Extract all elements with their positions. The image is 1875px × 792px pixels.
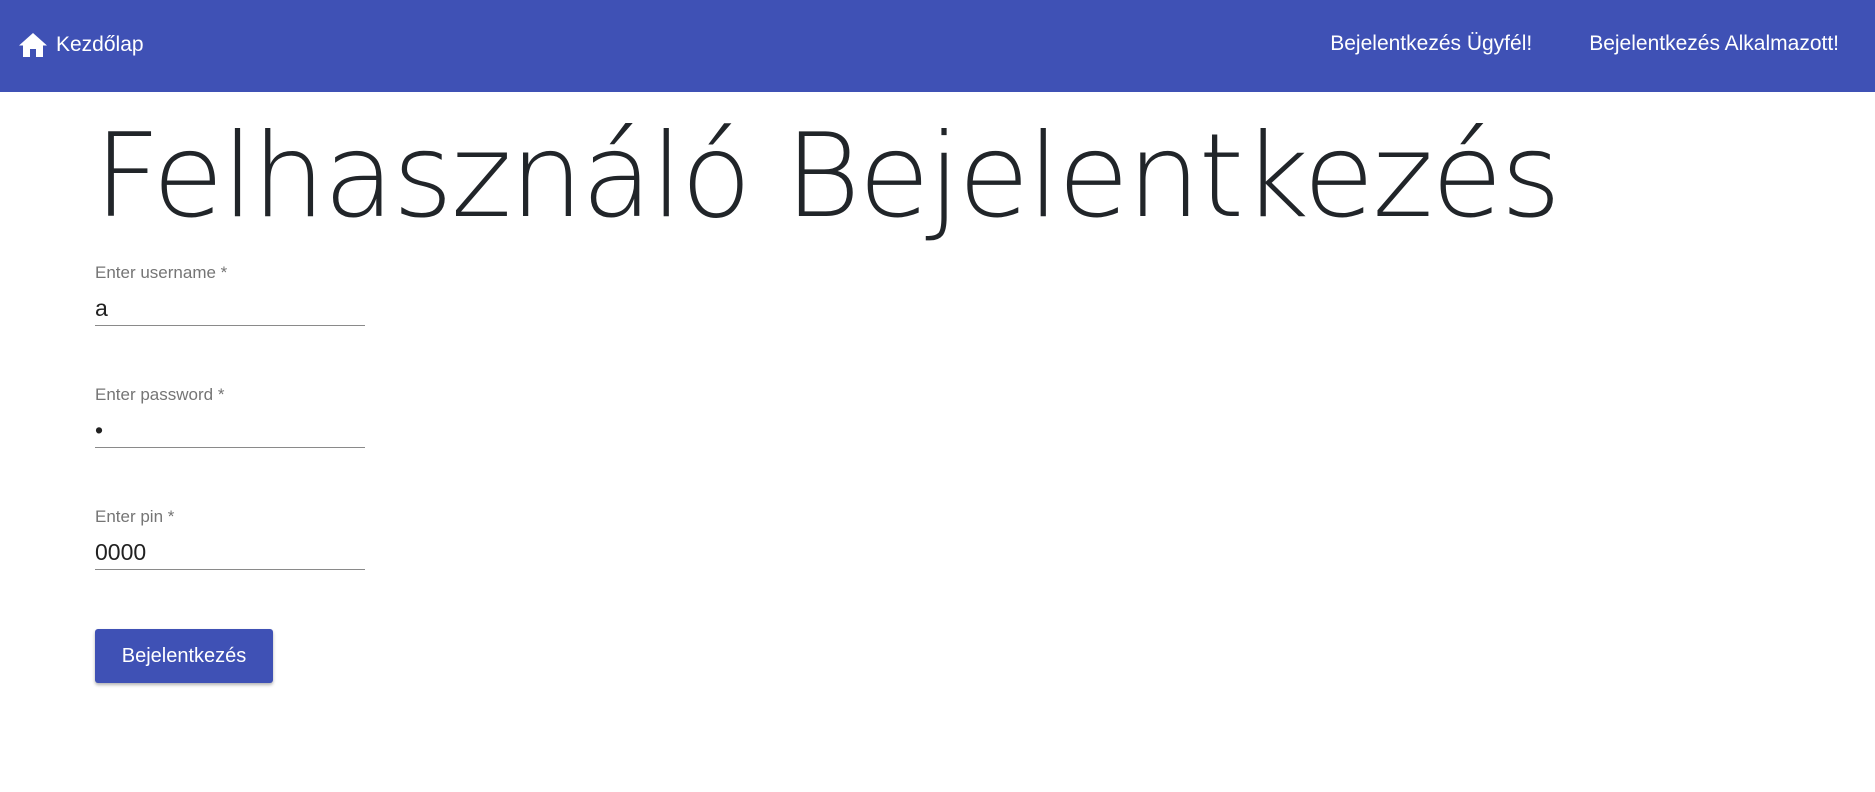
login-button[interactable]: Bejelentkezés <box>95 629 273 683</box>
username-label: Enter username * <box>95 263 228 282</box>
nav-links: Bejelentkezés Ügyfél! Bejelentkezés Alka… <box>1330 32 1839 56</box>
username-input[interactable] <box>95 291 365 326</box>
password-field: Enter password * <box>95 385 365 448</box>
page-title: Felhasználó Bejelentkezés <box>94 109 1561 244</box>
username-field: Enter username * <box>95 263 365 326</box>
nav-link-employee-login[interactable]: Bejelentkezés Alkalmazott! <box>1589 32 1839 56</box>
password-input[interactable] <box>95 413 365 448</box>
top-navbar: Kezdőlap Bejelentkezés Ügyfél! Bejelentk… <box>0 0 1875 92</box>
home-icon <box>18 32 48 58</box>
pin-label: Enter pin * <box>95 507 175 526</box>
home-link-label: Kezdőlap <box>56 33 144 56</box>
home-link[interactable]: Kezdőlap <box>18 29 144 61</box>
password-label: Enter password * <box>95 385 225 404</box>
nav-link-client-login[interactable]: Bejelentkezés Ügyfél! <box>1330 32 1532 56</box>
pin-field: Enter pin * <box>95 507 365 570</box>
pin-input[interactable] <box>95 535 365 570</box>
